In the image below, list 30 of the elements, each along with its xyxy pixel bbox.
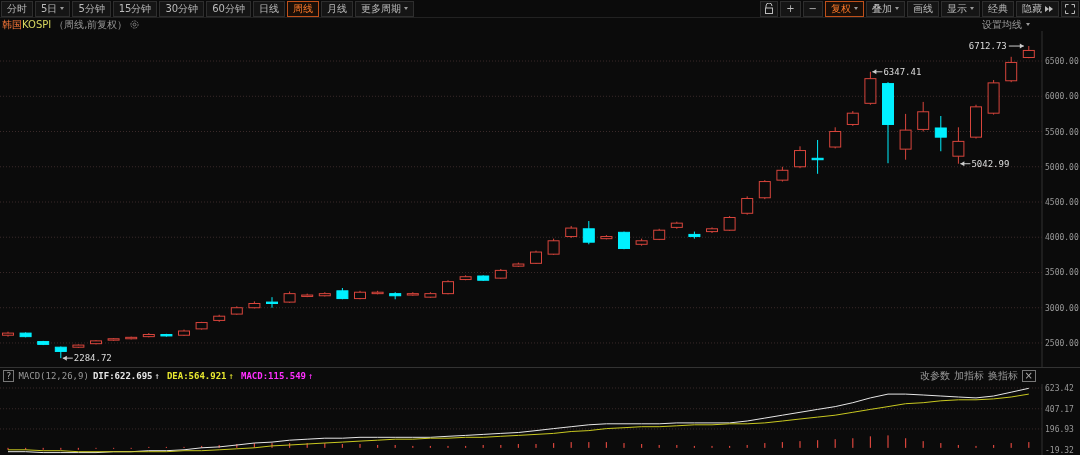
price-axis-label: 2500.00	[1045, 339, 1079, 348]
price-label: 6347.41	[883, 66, 922, 77]
indicator-value: :115.549	[262, 371, 306, 381]
indicator-label: MACD	[240, 371, 263, 381]
price-label: 5042.99	[971, 158, 1010, 169]
price-label: 6712.73	[968, 41, 1007, 52]
macd-axis-label: 623.42	[1045, 384, 1074, 393]
price-label: 2284.72	[73, 353, 112, 364]
price-axis-label: 3000.00	[1045, 303, 1079, 313]
price-axis-label: 4500.00	[1045, 198, 1079, 207]
chart-subtitle: （周线,前复权）	[54, 17, 128, 32]
trend-arrow: ↑	[308, 371, 314, 381]
price-axis-label: 5500.00	[1045, 127, 1079, 137]
price-axis-label: 5000.00	[1045, 162, 1079, 172]
macd-axis-label: -19.32	[1045, 445, 1074, 455]
macd-axis-label: 407.17	[1045, 404, 1074, 414]
stock-name: 韩国	[2, 17, 22, 32]
indicator-value: :564.921	[183, 371, 227, 381]
indicator-label: DIF	[92, 371, 110, 381]
stock-code: KOSPI	[22, 19, 52, 30]
macd-axis-label: 196.93	[1045, 424, 1074, 434]
price-axis-label: 3500.00	[1045, 268, 1079, 278]
trend-arrow: ↑	[228, 371, 234, 381]
price-axis-label: 4000.00	[1045, 233, 1079, 243]
price-axis-label: 6000.00	[1045, 92, 1079, 102]
price-axis-label: 6500.00	[1045, 57, 1079, 67]
trend-arrow: ↑	[154, 371, 160, 381]
indicator-value: :622.695	[109, 371, 153, 381]
indicator-name: MACD(12,26,9)	[18, 371, 89, 381]
indicator-label: DEA	[166, 371, 184, 381]
